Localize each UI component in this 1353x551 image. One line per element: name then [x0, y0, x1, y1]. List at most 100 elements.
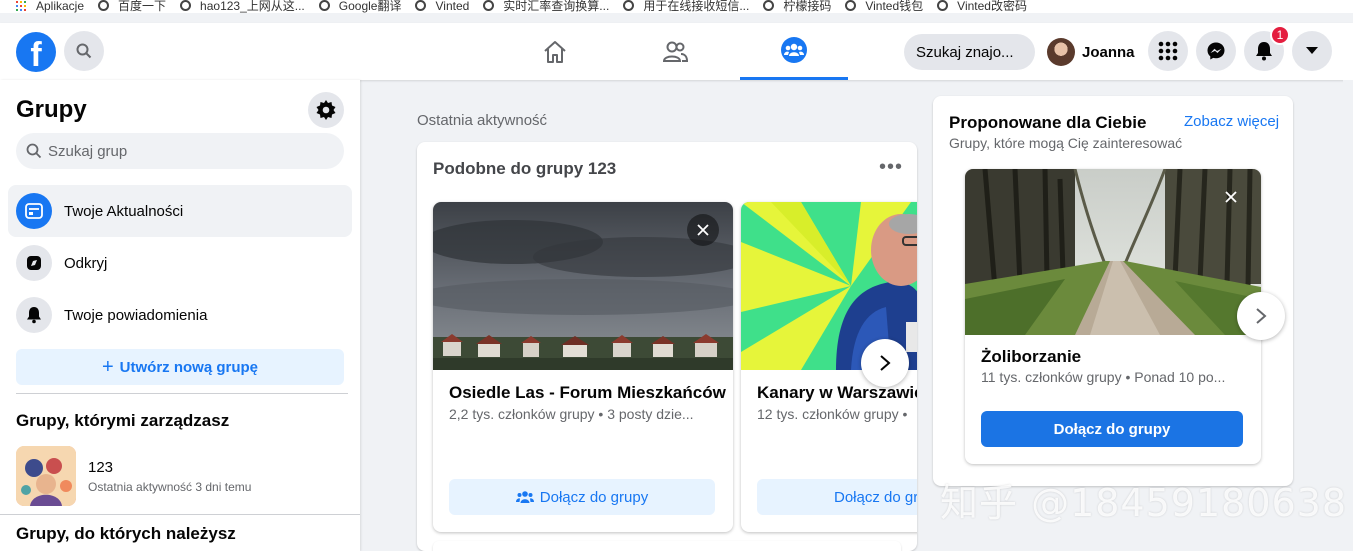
bookmark-label: 百度一下 — [118, 0, 167, 13]
divider — [16, 393, 348, 394]
menu-button[interactable] — [1148, 31, 1188, 71]
globe-icon — [415, 0, 427, 11]
group-thumbnail — [16, 446, 76, 506]
bookmark-item[interactable]: Aplikacje — [16, 0, 84, 13]
card-title: Podobne do grupy 123 — [433, 159, 617, 178]
group-name[interactable]: Żoliborzanie — [981, 347, 1081, 367]
watermark: 知乎 @18459180638 — [940, 481, 1348, 525]
plus-icon: + — [101, 355, 114, 378]
sidebar-item-discover[interactable]: Odkryj — [8, 237, 352, 289]
join-group-button[interactable]: Dołącz do grupy — [981, 411, 1243, 447]
group-search-input[interactable] — [48, 142, 328, 160]
group-name[interactable]: Kanary w Warszawie — [757, 383, 917, 403]
close-icon — [1225, 191, 1237, 203]
member-groups-title: Grupy, do których należysz — [16, 524, 236, 543]
groups-sidebar: Grupy Twoje Aktualności Odkryj Twoje pow… — [0, 80, 360, 551]
similar-groups-card: Podobne do grupy 123 ••• Osiedle Las - F… — [417, 142, 917, 551]
tab-friends[interactable] — [621, 23, 729, 80]
create-group-button[interactable]: + Utwórz nową grupę — [16, 349, 344, 385]
bell-icon — [1256, 42, 1272, 61]
group-suggestion-card[interactable]: Osiedle Las - Forum Mieszkańców 2,2 tys.… — [433, 202, 733, 532]
join-label: Dołącz do grupy — [834, 488, 917, 506]
gear-icon — [316, 100, 336, 120]
groups-icon — [515, 491, 534, 503]
bookmark-label: Aplikacje — [36, 0, 85, 13]
chevron-right-icon — [880, 355, 891, 371]
messenger-button[interactable] — [1196, 31, 1236, 71]
join-group-button[interactable]: Dołącz do grupy — [757, 479, 917, 515]
grid-menu-icon — [1158, 41, 1178, 61]
bookmark-item[interactable]: Vinted改密码 — [937, 0, 1027, 13]
more-options-icon[interactable]: ••• — [879, 156, 903, 179]
bookmark-item[interactable]: Vinted — [415, 0, 469, 13]
next-card-edge — [433, 541, 901, 551]
sidebar-item-feed[interactable]: Twoje Aktualności — [8, 185, 352, 237]
sidebar-item-notifications[interactable]: Twoje powiadomienia — [8, 289, 352, 341]
bookmark-item[interactable]: 百度一下 — [98, 0, 166, 13]
close-icon — [697, 224, 709, 236]
search-button[interactable] — [64, 31, 104, 71]
group-name[interactable]: Osiedle Las - Forum Mieszkańców — [449, 383, 726, 403]
bookmark-label: hao123_上网从这... — [200, 0, 305, 13]
bookmark-item[interactable]: Vinted钱包 — [845, 0, 923, 13]
apps-grid-icon — [16, 0, 26, 11]
next-button[interactable] — [1237, 292, 1285, 340]
group-activity: Ostatnia aktywność 3 dni temu — [88, 479, 252, 494]
bookmark-label: Vinted改密码 — [957, 0, 1027, 13]
see-more-link[interactable]: Zobacz więcej — [1184, 113, 1279, 130]
bell-icon — [16, 297, 52, 333]
sidebar-item-label: Twoje powiadomienia — [64, 306, 208, 324]
friends-icon — [662, 41, 689, 62]
managed-groups-title: Grupy, którymi zarządzasz — [16, 411, 230, 430]
managed-group-item[interactable]: 123 Ostatnia aktywność 3 dni temu — [16, 446, 251, 506]
bookmark-item[interactable]: 用于在线接收短信... — [623, 0, 749, 13]
bookmark-label: Vinted — [435, 0, 470, 13]
globe-icon — [845, 0, 857, 11]
tab-groups[interactable] — [740, 23, 848, 80]
messenger-icon — [1207, 42, 1225, 60]
sidebar-item-label: Odkryj — [64, 254, 108, 272]
join-group-button[interactable]: Dołącz do grupy — [449, 479, 715, 515]
group-meta: 11 tys. członków grupy • Ponad 10 po... — [981, 369, 1226, 385]
globe-icon — [98, 0, 110, 11]
join-label: Dołącz do grupy — [539, 488, 649, 506]
next-button[interactable] — [861, 339, 909, 387]
bookmark-item[interactable]: Google翻译 — [318, 0, 402, 13]
tab-home[interactable] — [501, 23, 609, 80]
compass-icon — [16, 245, 52, 281]
suggested-subtitle: Grupy, które mogą Cię zainteresować — [949, 135, 1183, 151]
profile-name: Joanna — [1082, 43, 1135, 61]
recent-activity-label: Ostatnia aktywność — [417, 112, 548, 129]
bookmark-label: 实时汇率查询换算... — [503, 0, 610, 13]
profile-chip[interactable]: Joanna — [1045, 36, 1135, 68]
account-button[interactable] — [1292, 31, 1332, 71]
bookmark-item[interactable]: 柠檬接码 — [763, 0, 831, 13]
facebook-logo[interactable]: f — [16, 32, 56, 72]
bookmark-label: Vinted钱包 — [865, 0, 924, 13]
globe-icon — [763, 0, 775, 11]
bookmark-label: Google翻译 — [338, 0, 402, 13]
bookmark-item[interactable]: hao123_上网从这... — [180, 0, 305, 13]
group-name: 123 — [88, 458, 114, 476]
dismiss-button[interactable] — [687, 214, 719, 246]
bookmark-item[interactable]: 实时汇率查询换算... — [483, 0, 609, 13]
groups-icon — [781, 37, 807, 63]
group-suggestion-card[interactable]: Żoliborzanie 11 tys. członków grupy • Po… — [965, 169, 1261, 464]
search-friends-button[interactable]: Szukaj znajo... — [904, 34, 1035, 70]
dismiss-button[interactable] — [1215, 181, 1247, 213]
create-group-label: Utwórz nową grupę — [119, 358, 259, 376]
avatar — [1047, 38, 1075, 66]
globe-icon — [318, 0, 330, 11]
settings-button[interactable] — [308, 92, 344, 128]
caret-down-icon — [1306, 47, 1318, 54]
suggested-title: Proponowane dla Ciebie — [949, 113, 1147, 132]
bookmarks-bar: Aplikacje 百度一下 hao123_上网从这... Google翻译 Vinte… — [0, 0, 1353, 13]
globe-icon — [483, 0, 495, 11]
group-search-field[interactable] — [16, 133, 344, 169]
feed-icon — [16, 193, 52, 229]
search-icon — [76, 43, 92, 59]
globe-icon — [623, 0, 635, 11]
globe-icon — [937, 0, 949, 11]
notification-badge: 1 — [1270, 25, 1290, 45]
group-meta: 12 tys. członków grupy • — [757, 406, 908, 422]
